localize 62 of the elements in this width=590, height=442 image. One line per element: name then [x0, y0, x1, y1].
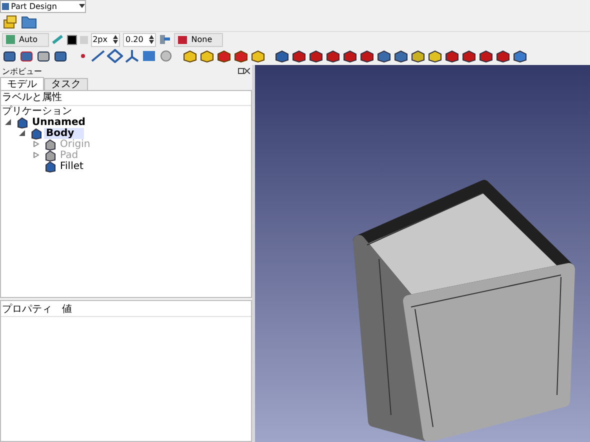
spinner-arrows-icon[interactable]	[149, 35, 154, 44]
transparency-field[interactable]: 0.20	[123, 32, 156, 46]
block-icon[interactable]	[216, 49, 232, 63]
diamond-icon[interactable]	[107, 49, 123, 63]
tab[interactable]: タスク	[44, 78, 88, 90]
column-header: ラベルと属性	[1, 91, 251, 106]
column-header: 値	[62, 302, 72, 316]
block-icon[interactable]	[250, 49, 266, 63]
block-icon[interactable]	[359, 49, 375, 63]
material-button[interactable]: None	[174, 32, 224, 46]
block-icon[interactable]	[512, 49, 528, 63]
panel-title: ンボビュー	[2, 66, 42, 76]
block-icon[interactable]	[393, 49, 409, 63]
block-icon[interactable]	[274, 49, 290, 63]
shape-icon[interactable]	[141, 49, 157, 63]
part-icon	[44, 160, 56, 172]
part-icon	[16, 116, 28, 128]
color-swatch[interactable]	[80, 36, 88, 44]
axes-icon[interactable]	[124, 49, 140, 63]
part-icon	[44, 138, 56, 150]
block-icon[interactable]	[182, 49, 198, 63]
expanded-arrow-icon[interactable]	[5, 118, 11, 124]
block-icon[interactable]	[291, 49, 307, 63]
tree-item[interactable]: Body	[44, 128, 84, 139]
expanded-arrow-icon[interactable]	[19, 130, 25, 136]
block-icon[interactable]	[427, 49, 443, 63]
part-icon	[30, 128, 42, 140]
draw-style-button[interactable]: Auto	[2, 32, 49, 46]
block-icon[interactable]	[342, 49, 358, 63]
spinner-arrows-icon[interactable]	[113, 35, 118, 44]
line-color-icon[interactable]	[52, 34, 64, 45]
part-icon	[44, 150, 56, 162]
tree-item[interactable]: Fillet	[58, 161, 86, 172]
block-icon[interactable]	[495, 49, 511, 63]
workbench-dropdown[interactable]: Part Design	[0, 0, 86, 12]
block-icon[interactable]	[461, 49, 477, 63]
3d-viewport[interactable]	[255, 65, 590, 442]
line-width-field[interactable]: 2px	[90, 32, 120, 46]
column-header: プロパティ	[1, 302, 53, 316]
box-icon	[177, 34, 188, 45]
block-icon[interactable]	[199, 49, 215, 63]
tree-item[interactable]: Unnamed	[30, 117, 88, 128]
block-icon[interactable]	[36, 49, 52, 63]
block-icon[interactable]	[19, 49, 35, 63]
caret-icon[interactable]	[79, 4, 85, 8]
block-icon[interactable]	[478, 49, 494, 63]
color-swatch[interactable]	[66, 34, 77, 44]
folder-icon[interactable]	[21, 14, 37, 28]
block-icon[interactable]	[376, 49, 392, 63]
cubes-icon[interactable]	[2, 14, 18, 28]
close-icon[interactable]	[244, 68, 250, 74]
line-icon[interactable]	[90, 49, 106, 63]
block-icon[interactable]	[233, 49, 249, 63]
block-icon[interactable]	[308, 49, 324, 63]
tab[interactable]: モデル	[0, 77, 44, 90]
block-icon[interactable]	[325, 49, 341, 63]
block-icon[interactable]	[2, 49, 18, 63]
tree-root-label: プリケーション	[1, 106, 73, 117]
block-icon[interactable]	[444, 49, 460, 63]
block-icon[interactable]	[410, 49, 426, 63]
block-icon[interactable]	[53, 49, 69, 63]
float-icon[interactable]	[238, 68, 244, 74]
